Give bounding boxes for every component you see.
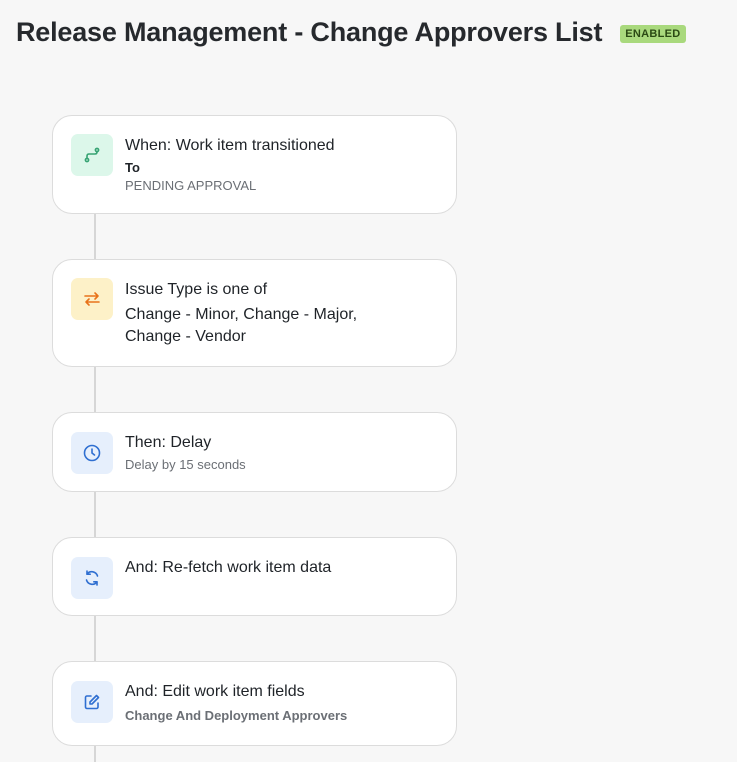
flow-connector — [94, 213, 96, 260]
status-badge: ENABLED — [620, 24, 686, 43]
trigger-card[interactable]: When: Work item transitioned To PENDING … — [52, 115, 457, 214]
refresh-icon — [71, 557, 113, 599]
delay-action-card[interactable]: Then: Delay Delay by 15 seconds — [52, 412, 457, 492]
swap-arrows-icon — [71, 278, 113, 320]
condition-title: Issue Type is one of — [125, 281, 268, 298]
branch-transition-icon — [71, 134, 113, 176]
condition-card[interactable]: Issue Type is one of Change - Minor, Cha… — [52, 259, 457, 367]
automation-rule-page: Release Management - Change Approvers Li… — [0, 0, 737, 762]
condition-value: Change - Minor, Change - Major, Change -… — [125, 306, 358, 345]
page-header: Release Management - Change Approvers Li… — [16, 17, 686, 48]
trigger-value: PENDING APPROVAL — [125, 178, 257, 193]
edit-title: And: Edit work item fields — [125, 683, 305, 700]
edit-icon — [71, 681, 113, 723]
flow-connector — [94, 366, 96, 413]
refetch-action-card[interactable]: And: Re-fetch work item data — [52, 537, 457, 616]
page-title: Release Management - Change Approvers Li… — [16, 17, 603, 47]
clock-icon — [71, 432, 113, 474]
flow-connector — [94, 615, 96, 662]
delay-title: Then: Delay — [125, 434, 212, 451]
edit-fields-action-card[interactable]: And: Edit work item fields Change And De… — [52, 661, 457, 746]
flow-connector — [94, 745, 96, 762]
delay-detail: Delay by 15 seconds — [125, 457, 246, 472]
refetch-title: And: Re-fetch work item data — [125, 559, 332, 576]
trigger-label: To — [125, 160, 140, 175]
edit-detail: Change And Deployment Approvers — [125, 708, 348, 723]
trigger-title: When: Work item transitioned — [125, 137, 335, 154]
flow-connector — [94, 491, 96, 538]
